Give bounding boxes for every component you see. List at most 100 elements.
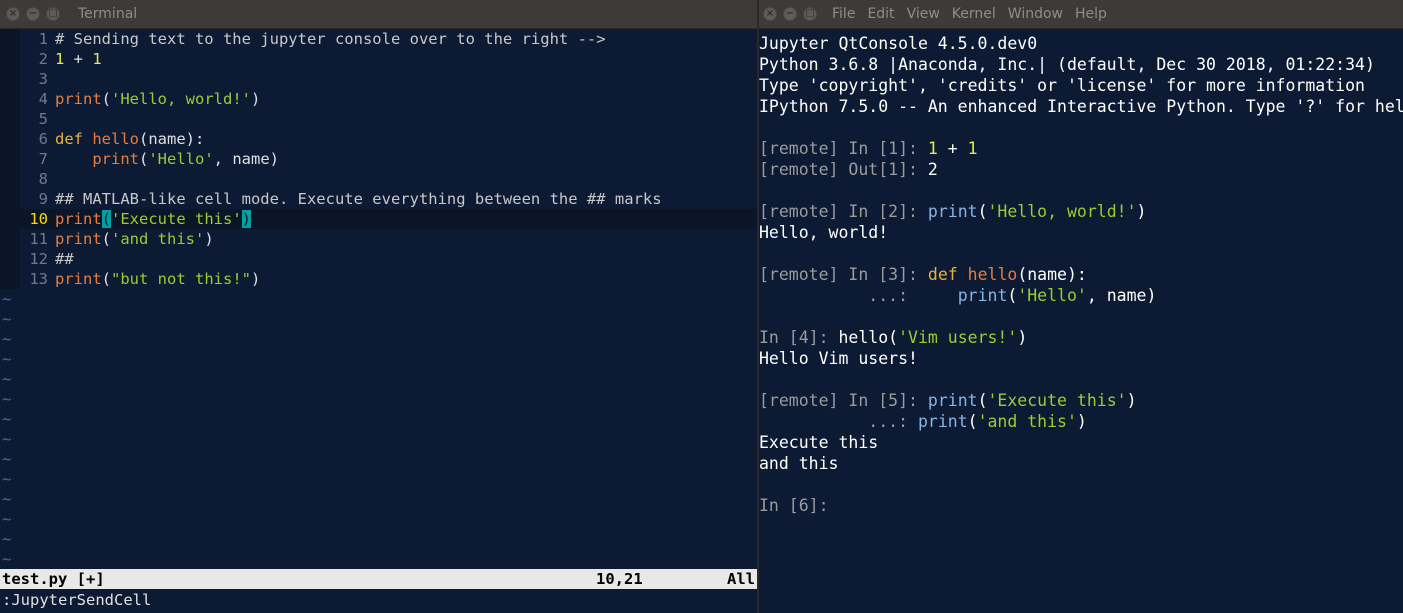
status-filename: test.py [+] [2, 570, 105, 588]
sign-column [0, 149, 20, 169]
line-number: 7 [38, 150, 48, 168]
code-line[interactable]: 11 print('and this') [0, 229, 757, 249]
code-line[interactable]: 12 ## [0, 249, 757, 269]
line-text: print('and this') [55, 230, 214, 248]
line-text: def hello(name): [55, 130, 205, 148]
console-line: In [4]: hello('Vim users!') [759, 328, 1028, 347]
code-line[interactable]: 8 [0, 169, 757, 189]
sign-column [0, 249, 20, 269]
console-line: [remote] In [3]: def hello(name): [759, 265, 1087, 284]
line-number: 6 [38, 130, 48, 148]
line-number: 13 [29, 270, 48, 288]
empty-line-marker: ~ [2, 490, 12, 508]
maximize-icon[interactable]: □ [46, 7, 60, 21]
sign-column [0, 129, 20, 149]
line-number: 4 [38, 90, 48, 108]
code-line[interactable]: 5 [0, 109, 757, 129]
console-line: Jupyter QtConsole 4.5.0.dev0 [759, 34, 1038, 53]
status-cursor-position: 10,21 [596, 570, 643, 588]
status-scroll: All [727, 570, 755, 588]
sign-column [0, 89, 20, 109]
console-line: IPython 7.5.0 -- An enhanced Interactive… [759, 97, 1403, 116]
console-line: [remote] In [1]: 1 + 1 [759, 139, 978, 158]
close-icon[interactable]: × [763, 7, 777, 21]
console-line: ...: print('and this') [759, 412, 1087, 431]
line-number: 9 [38, 190, 48, 208]
console-line: In [6]: [759, 496, 839, 515]
line-number: 2 [38, 50, 48, 68]
line-number: 10 [29, 210, 48, 228]
line-text: print('Execute this') [55, 210, 252, 228]
line-number: 11 [29, 230, 48, 248]
console-line: Python 3.6.8 |Anaconda, Inc.| (default, … [759, 55, 1375, 74]
code-line[interactable]: 3 [0, 69, 757, 89]
code-line[interactable]: 6 def hello(name): [0, 129, 757, 149]
minimize-icon[interactable]: − [783, 7, 797, 21]
console-line: Type 'copyright', 'credits' or 'license'… [759, 76, 1365, 95]
vim-editor[interactable]: 1 # Sending text to the jupyter console o… [0, 29, 757, 570]
line-text: ## [55, 250, 74, 268]
line-number: 5 [38, 110, 48, 128]
console-line: and this [759, 454, 839, 473]
sign-column [0, 49, 20, 69]
console-line: Hello Vim users! [759, 349, 918, 368]
menu-window[interactable]: Window [1008, 6, 1063, 22]
menu-kernel[interactable]: Kernel [952, 6, 996, 22]
window-title: Terminal [78, 6, 138, 22]
empty-line-marker: ~ [2, 310, 12, 328]
menu-edit[interactable]: Edit [867, 6, 894, 22]
empty-line-marker: ~ [2, 510, 12, 528]
empty-line-marker: ~ [2, 330, 12, 348]
line-text: ## MATLAB-like cell mode. Execute everyt… [55, 190, 662, 208]
menu-view[interactable]: View [907, 6, 940, 22]
qtconsole-output[interactable]: Jupyter QtConsole 4.5.0.dev0 Python 3.6.8… [759, 29, 1403, 613]
terminal-titlebar: × − □ Terminal [0, 0, 758, 29]
code-line[interactable]: 13 print("but not this!") [0, 269, 757, 289]
minimize-icon[interactable]: − [26, 7, 40, 21]
empty-line-marker: ~ [2, 450, 12, 468]
empty-line-marker: ~ [2, 430, 12, 448]
menu-file[interactable]: File [832, 6, 855, 22]
maximize-icon[interactable]: □ [803, 7, 817, 21]
menu-bar: File Edit View Kernel Window Help [832, 6, 1107, 22]
line-number: 1 [38, 30, 48, 48]
sign-column [0, 189, 20, 209]
line-text: # Sending text to the jupyter console ov… [55, 30, 606, 48]
empty-line-marker: ~ [2, 390, 12, 408]
empty-line-marker: ~ [2, 350, 12, 368]
sign-column [0, 29, 20, 49]
empty-line-marker: ~ [2, 470, 12, 488]
line-number: 8 [38, 170, 48, 188]
line-text: print('Hello, world!') [55, 90, 261, 108]
line-text: print('Hello', name) [92, 150, 279, 168]
close-icon[interactable]: × [6, 7, 20, 21]
console-line: [remote] Out[1]: 2 [759, 160, 938, 179]
code-line[interactable]: 10 print('Execute this') [0, 209, 757, 229]
empty-line-marker: ~ [2, 410, 12, 428]
empty-line-marker: ~ [2, 290, 12, 308]
console-line: [remote] In [5]: print('Execute this') [759, 391, 1137, 410]
code-line[interactable]: 1 # Sending text to the jupyter console o… [0, 29, 757, 49]
sign-column [0, 229, 20, 249]
menu-help[interactable]: Help [1075, 6, 1107, 22]
line-number: 12 [29, 250, 48, 268]
console-line: Execute this [759, 433, 879, 452]
line-number: 3 [38, 70, 48, 88]
line-text: print("but not this!") [55, 270, 261, 288]
code-line[interactable]: 7 print('Hello', name) [0, 149, 757, 169]
sign-column [0, 69, 20, 89]
line-text: 1 + 1 [55, 50, 102, 68]
console-line: [remote] In [2]: print('Hello, world!') [759, 202, 1147, 221]
sign-column [0, 169, 20, 189]
code-line[interactable]: 4 print('Hello, world!') [0, 89, 757, 109]
sign-column [0, 269, 20, 289]
sign-column [0, 209, 20, 229]
empty-line-marker: ~ [2, 530, 12, 548]
code-line[interactable]: 2 1 + 1 [0, 49, 757, 69]
console-line: Hello, world! [759, 223, 889, 242]
vim-statusline: test.py [+] 10,21 All [0, 569, 757, 589]
empty-line-marker: ~ [2, 550, 12, 568]
vim-command-line[interactable]: :JupyterSendCell [0, 589, 757, 613]
code-line[interactable]: 9 ## MATLAB-like cell mode. Execute every… [0, 189, 757, 209]
empty-line-marker: ~ [2, 370, 12, 388]
